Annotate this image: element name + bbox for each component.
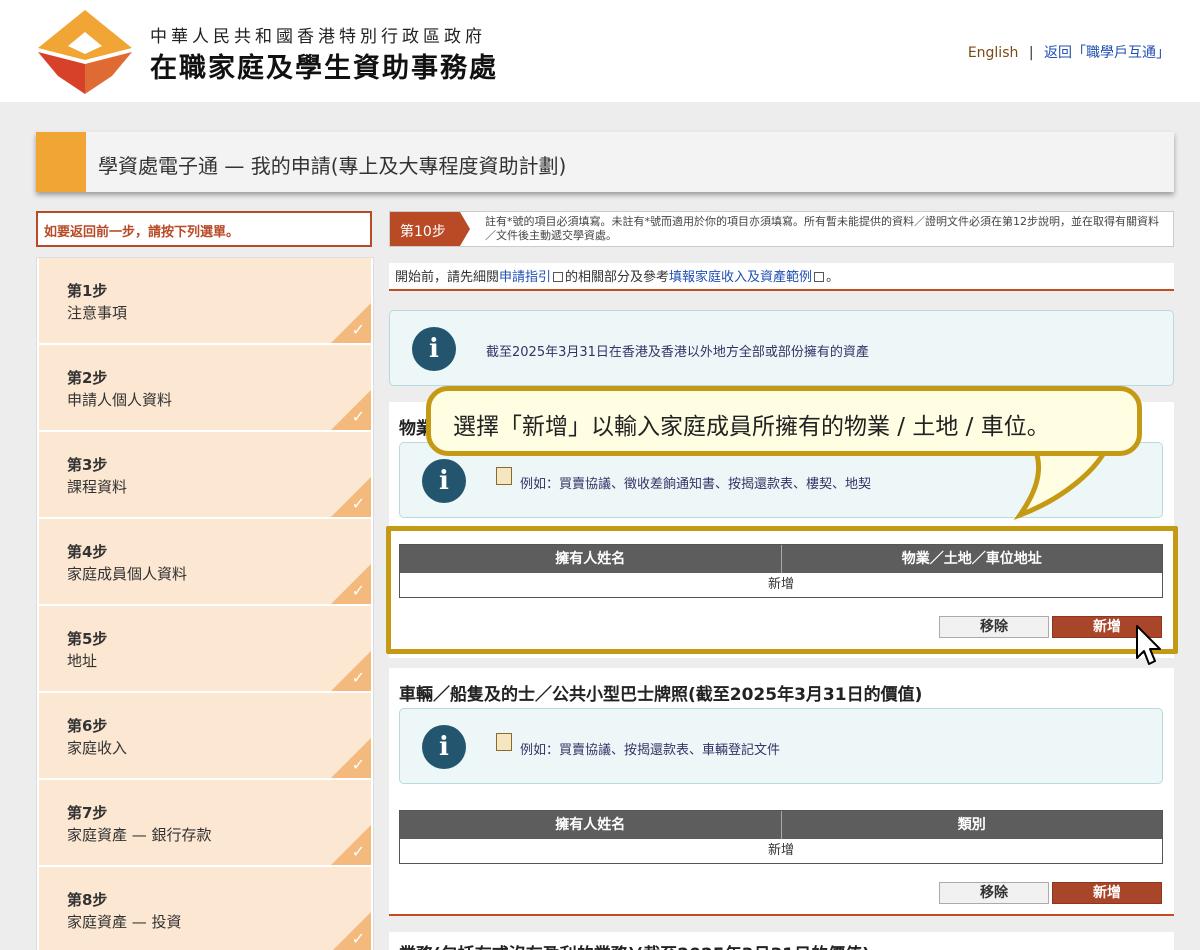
step-item-6[interactable]: 第6步 家庭收入 ✓ (39, 693, 371, 779)
column-header-owner: 擁有人姓名 (555, 817, 626, 833)
info-icon: i (422, 459, 466, 503)
step-name: 注意事項 (67, 304, 128, 322)
section-title: 業務(包括有或沒有盈利的業務)(截至2025年3月31日的價值) (399, 940, 870, 950)
step-number: 第7步 (67, 804, 108, 822)
check-icon: ✓ (351, 668, 365, 687)
external-link-icon (553, 272, 564, 282)
step-item-3[interactable]: 第3步 課程資料 ✓ (39, 432, 371, 518)
tutorial-highlight-frame (386, 526, 1178, 654)
example-text: 例如：買賣協議、按揭還款表、車輛登記文件 (520, 743, 781, 758)
tutorial-callout: 選擇「新增」以輸入家庭成員所擁有的物業 / 土地 / 車位。 (426, 386, 1142, 456)
vehicle-table: 擁有人姓名 類別 新增 (399, 810, 1163, 864)
site-header: 中華人民共和國香港特別行政區政府 在職家庭及學生資助事務處 English | … (0, 0, 1200, 102)
step-item-2[interactable]: 第2步 申請人個人資料 ✓ (39, 345, 371, 431)
org-name-line2: 在職家庭及學生資助事務處 (150, 53, 498, 84)
column-header-type: 類別 (780, 811, 1163, 839)
check-icon: ✓ (351, 320, 365, 339)
step-name: 課程資料 (67, 478, 128, 496)
step-number: 第3步 (67, 456, 108, 474)
link-separator: | (1028, 45, 1034, 61)
step-name: 地址 (67, 652, 98, 670)
check-icon: ✓ (351, 755, 365, 774)
check-icon: ✓ (351, 407, 365, 426)
english-link[interactable]: English (968, 45, 1019, 61)
step-note: 註有*號的項目必須填寫。未註有*號而適用於你的項目亦須填寫。所有暫未能提供的資料… (485, 215, 1159, 242)
table-header: 擁有人姓名 類別 (400, 811, 1162, 839)
document-icon (496, 467, 512, 485)
step-menu: 第1步 注意事項 ✓ 第2步 申請人個人資料 ✓ 第3步 課程資料 ✓ 第4步 … (36, 257, 374, 950)
back-hint: 如要返回前一步，請按下列選單。 (36, 211, 372, 247)
example-link[interactable]: 填報家庭收入及資產範例 (669, 270, 812, 285)
intro-suffix: 。 (826, 270, 840, 285)
example-text: 例如：買賣協議、徵收差餉通知書、按揭還款表、樓契、地契 (520, 477, 872, 492)
page-title-bar: 學資處電子通 — 我的申請(專上及大專程度資助計劃) (36, 132, 1174, 192)
info-text: 截至2025年3月31日在香港及香港以外地方全部或部份擁有的資產 (486, 345, 869, 360)
remove-button[interactable]: 移除 (939, 882, 1049, 904)
step-number: 第6步 (67, 717, 108, 735)
step-name: 家庭資產 — 投資 (67, 913, 182, 931)
step-item-8[interactable]: 第8步 家庭資產 — 投資 ✓ (39, 867, 371, 950)
section-title: 車輛／船隻及的士／公共小型巴士牌照(截至2025年3月31日的價值) (399, 685, 923, 705)
back-to-portal-link[interactable]: 返回「職學戶互通」 (1044, 45, 1170, 61)
government-logo-icon (38, 10, 132, 94)
document-icon (496, 733, 512, 751)
step-number: 第5步 (67, 630, 108, 648)
org-name-line1: 中華人民共和國香港特別行政區政府 (150, 27, 486, 47)
step-item-7[interactable]: 第7步 家庭資產 — 銀行存款 ✓ (39, 780, 371, 866)
step-badge: 第10步 (390, 212, 470, 246)
top-links: English | 返回「職學戶互通」 (968, 42, 1170, 62)
info-icon: i (422, 725, 466, 769)
title-accent (36, 132, 86, 192)
current-step-bar: 第10步 註有*號的項目必須填寫。未註有*號而適用於你的項目亦須填寫。所有暫未能… (389, 211, 1174, 247)
check-icon: ✓ (351, 581, 365, 600)
step-name: 家庭收入 (67, 739, 128, 757)
add-button[interactable]: 新增 (1052, 882, 1162, 904)
step-item-4[interactable]: 第4步 家庭成員個人資料 ✓ (39, 519, 371, 605)
step-name: 家庭資產 — 銀行存款 (67, 826, 212, 844)
asset-info-banner: i 截至2025年3月31日在香港及香港以外地方全部或部份擁有的資產 (389, 310, 1174, 386)
step-number: 第8步 (67, 891, 108, 909)
step-name: 家庭成員個人資料 (67, 565, 188, 583)
step-item-5[interactable]: 第5步 地址 ✓ (39, 606, 371, 692)
guide-link[interactable]: 申請指引 (499, 270, 551, 285)
intro-line: 開始前，請先細閱申請指引 的相關部分及參考填報家庭收入及資產範例。 (389, 263, 1174, 291)
vehicle-example-box: i 例如：買賣協議、按揭還款表、車輛登記文件 (399, 708, 1163, 784)
step-number: 第4步 (67, 543, 108, 561)
table-add-row[interactable]: 新增 (400, 839, 1162, 863)
business-section: 業務(包括有或沒有盈利的業務)(截至2025年3月31日的價值) (389, 932, 1174, 950)
step-number: 第2步 (67, 369, 108, 387)
external-link-icon (814, 272, 825, 282)
check-icon: ✓ (351, 929, 365, 948)
vehicle-section: 車輛／船隻及的士／公共小型巴士牌照(截至2025年3月31日的價值) i 例如：… (389, 668, 1174, 916)
check-icon: ✓ (351, 842, 365, 861)
step-item-1[interactable]: 第1步 注意事項 ✓ (39, 258, 371, 344)
callout-text: 選擇「新增」以輸入家庭成員所擁有的物業 / 土地 / 車位。 (453, 414, 1050, 440)
step-name: 申請人個人資料 (67, 391, 173, 409)
step-number: 第1步 (67, 282, 108, 300)
intro-prefix: 開始前，請先細閱 (395, 270, 500, 285)
check-icon: ✓ (351, 494, 365, 513)
page-title: 學資處電子通 — 我的申請(專上及大專程度資助計劃) (98, 154, 567, 178)
mouse-pointer-icon (1136, 625, 1161, 665)
info-icon: i (412, 327, 456, 371)
intro-middle: 的相關部分及參考 (565, 270, 670, 285)
